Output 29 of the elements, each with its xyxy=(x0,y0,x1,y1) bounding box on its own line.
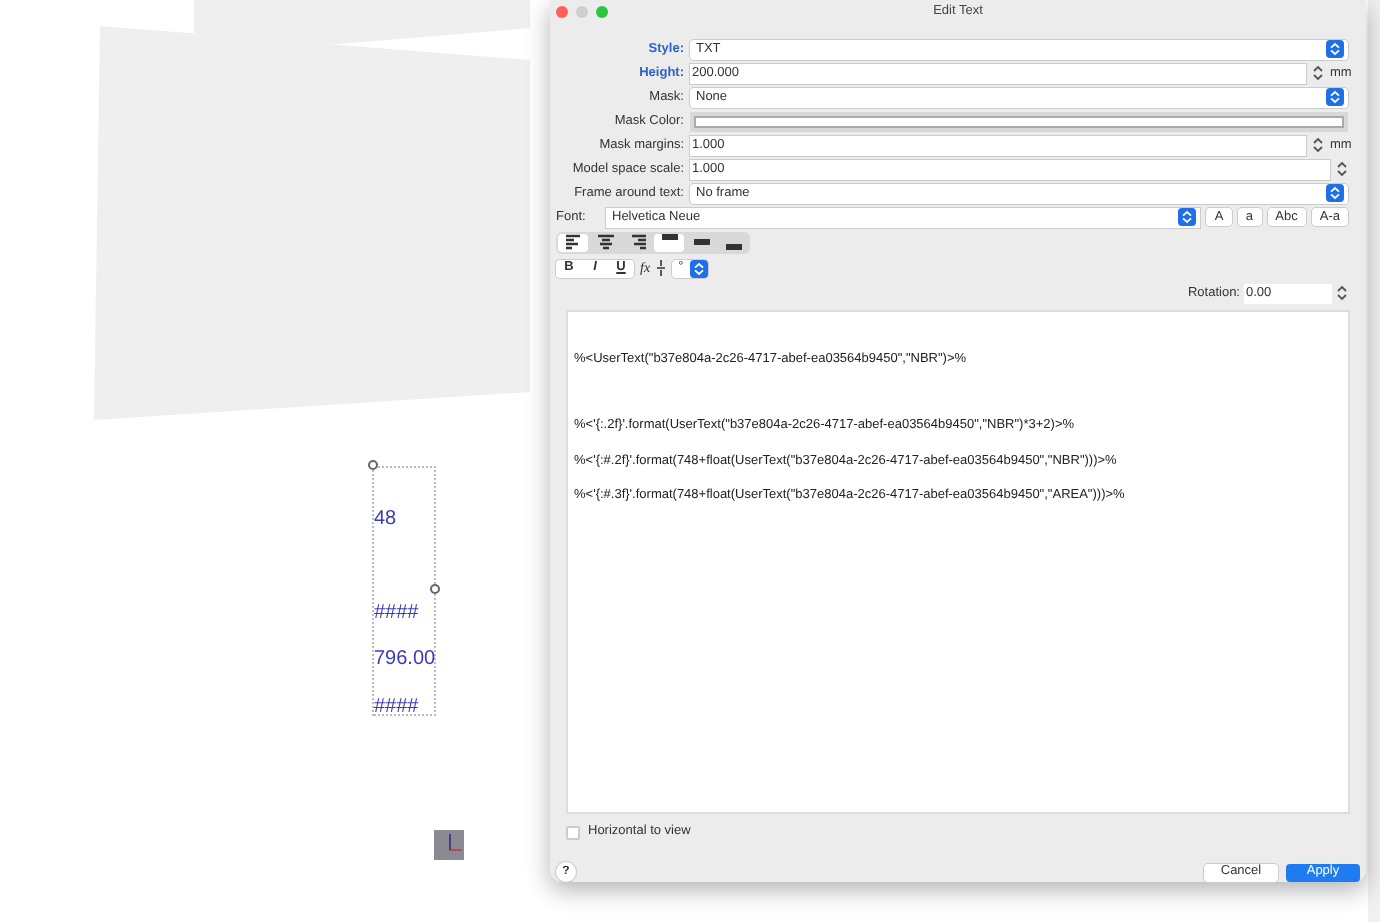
stepper-icon[interactable] xyxy=(1312,64,1324,83)
stepper-icon[interactable] xyxy=(1312,136,1324,155)
color-well[interactable] xyxy=(690,111,1348,132)
selection-handle[interactable] xyxy=(368,460,378,470)
align-right-icon xyxy=(629,235,647,250)
origin-marker-icon xyxy=(434,830,464,860)
dropdown-arrow-icon[interactable] xyxy=(689,259,708,278)
dropdown-arrow-icon[interactable] xyxy=(1326,40,1344,59)
dropdown-arrow-icon[interactable] xyxy=(1326,184,1344,203)
align-bottom-icon xyxy=(725,244,741,251)
canvas-text: #### xyxy=(374,698,419,718)
canvas-text: #### xyxy=(374,604,419,624)
align-top-icon xyxy=(661,234,677,241)
stepper-icon[interactable] xyxy=(1336,284,1348,303)
canvas-text: 48 xyxy=(374,510,397,530)
alignment-button[interactable] xyxy=(654,233,684,252)
dropdown-arrow-icon[interactable] xyxy=(1326,88,1344,107)
align-left-icon xyxy=(563,235,581,250)
fraction-icon[interactable] xyxy=(656,260,667,277)
alignment-button[interactable] xyxy=(558,233,588,252)
dropdown-arrow-icon[interactable] xyxy=(1178,208,1197,227)
align-middle-icon xyxy=(693,239,709,246)
close-button[interactable] xyxy=(556,5,568,18)
stepper-icon[interactable] xyxy=(1336,160,1348,179)
canvas-text: 796.00 xyxy=(374,650,436,670)
selection-handle[interactable] xyxy=(430,584,440,594)
checkbox[interactable] xyxy=(566,825,580,840)
text-block-frame[interactable]: 48 #### 796.00 #### xyxy=(372,466,436,716)
align-center-icon xyxy=(595,235,615,250)
